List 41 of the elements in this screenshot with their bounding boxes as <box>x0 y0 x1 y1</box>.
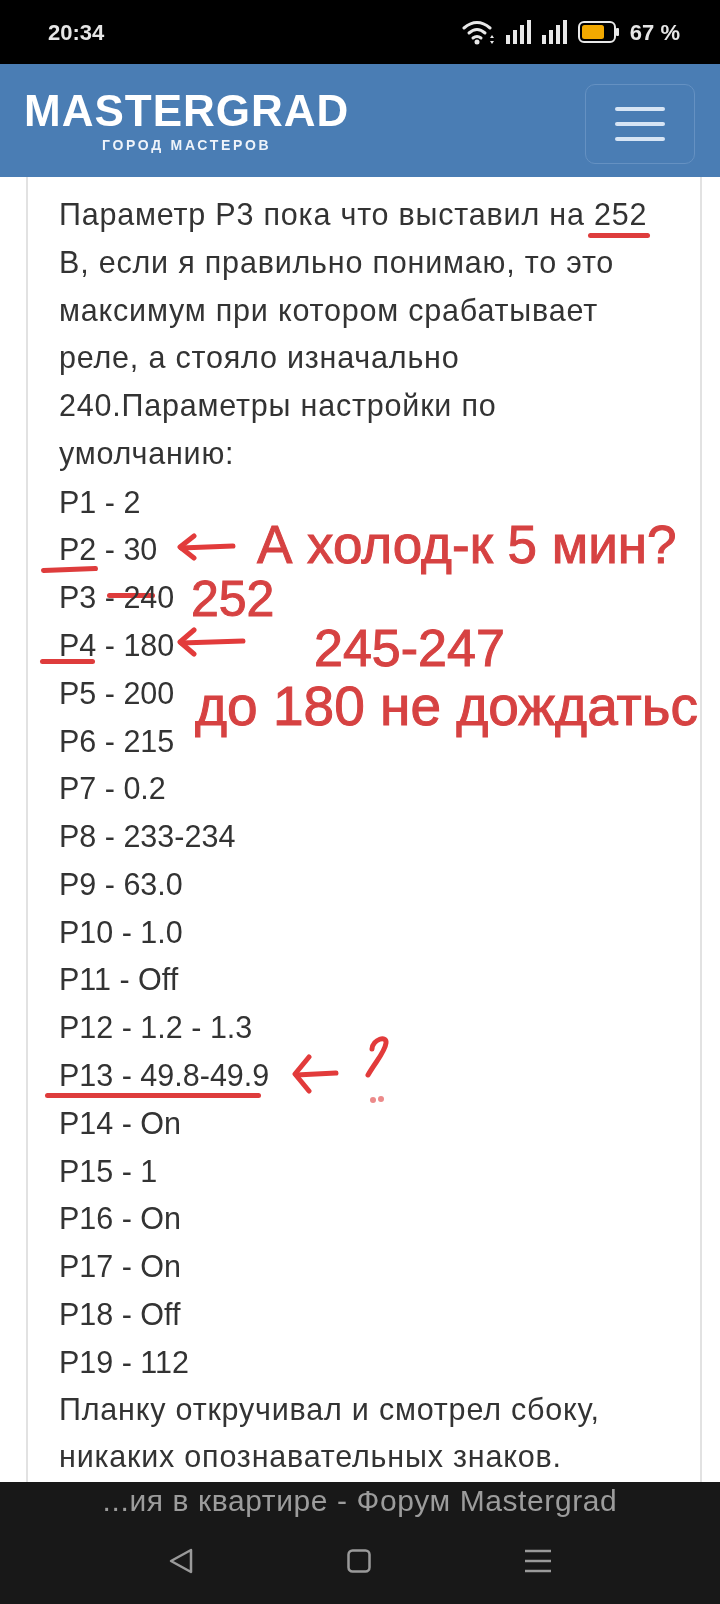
wifi-icon <box>461 19 496 45</box>
parameter-line: P1 - 2 <box>59 485 141 518</box>
clock-time: 20:34 <box>48 18 105 47</box>
home-icon[interactable] <box>347 1549 371 1573</box>
parameter-line: P4 - 180 <box>59 629 175 661</box>
parameter-line: P10 - 1.0 <box>59 915 183 948</box>
left-arrow-icon <box>176 533 236 561</box>
parameter-line: P8 - 233-234 <box>59 820 236 853</box>
parameter-line: P7 - 0.2 <box>59 772 166 805</box>
left-arrow-icon <box>176 627 246 657</box>
parameter-line: P9 - 63.0 <box>59 867 183 900</box>
battery-percent: 67 % <box>629 18 680 47</box>
parameter-line: P2 - 30 <box>59 533 158 566</box>
handwritten-note: 252 <box>191 574 275 624</box>
parameter-line: P6 - 215 <box>59 724 175 757</box>
parameter-line: P12 - 1.2 - 1.3 <box>59 1011 253 1044</box>
parameter-line: P13 - 49.8-49.9 <box>59 1059 270 1092</box>
parameter-line: P14 - On <box>59 1106 182 1139</box>
parameter-line: P5 - 200 <box>59 676 175 709</box>
underline-mark <box>40 659 95 664</box>
question-mark-scribble-icon <box>364 1033 390 1105</box>
post-paragraph: Планку откручивал и смотрел сбоку, никаких опознавательных знаков. <box>59 1390 600 1476</box>
parameter-line: P19 - 112 <box>59 1345 189 1378</box>
handwritten-note: 245-247 <box>314 622 505 674</box>
underline-mark <box>40 566 99 573</box>
site-logo[interactable]: MASTERGRAD <box>24 87 350 134</box>
signal-icon <box>505 20 532 44</box>
signal-icon <box>541 20 568 44</box>
recents-icon[interactable] <box>525 1549 551 1573</box>
page-title: ...ия в квартире - Форум Mastergrad <box>102 1484 618 1518</box>
menu-icon <box>615 106 665 141</box>
parameter-line: P11 - Off <box>59 963 179 996</box>
parameter-line: P15 - 1 <box>59 1154 158 1187</box>
parameter-line: P17 - On <box>59 1250 182 1283</box>
site-tagline: ГОРОД МАСТЕРОВ <box>101 135 272 154</box>
menu-button[interactable] <box>585 83 695 164</box>
parameter-line: P16 - On <box>59 1202 182 1235</box>
back-icon[interactable] <box>169 1548 193 1574</box>
parameter-line: P18 - Off <box>59 1297 181 1330</box>
battery-icon <box>577 21 620 43</box>
post-paragraph: Параметр P3 пока что выставил на 252 В, если я правильно понимаю, то это максимум при котором срабатывает реле, а стояло изначально 240.Параметры настройки по умолчанию: <box>59 196 648 473</box>
